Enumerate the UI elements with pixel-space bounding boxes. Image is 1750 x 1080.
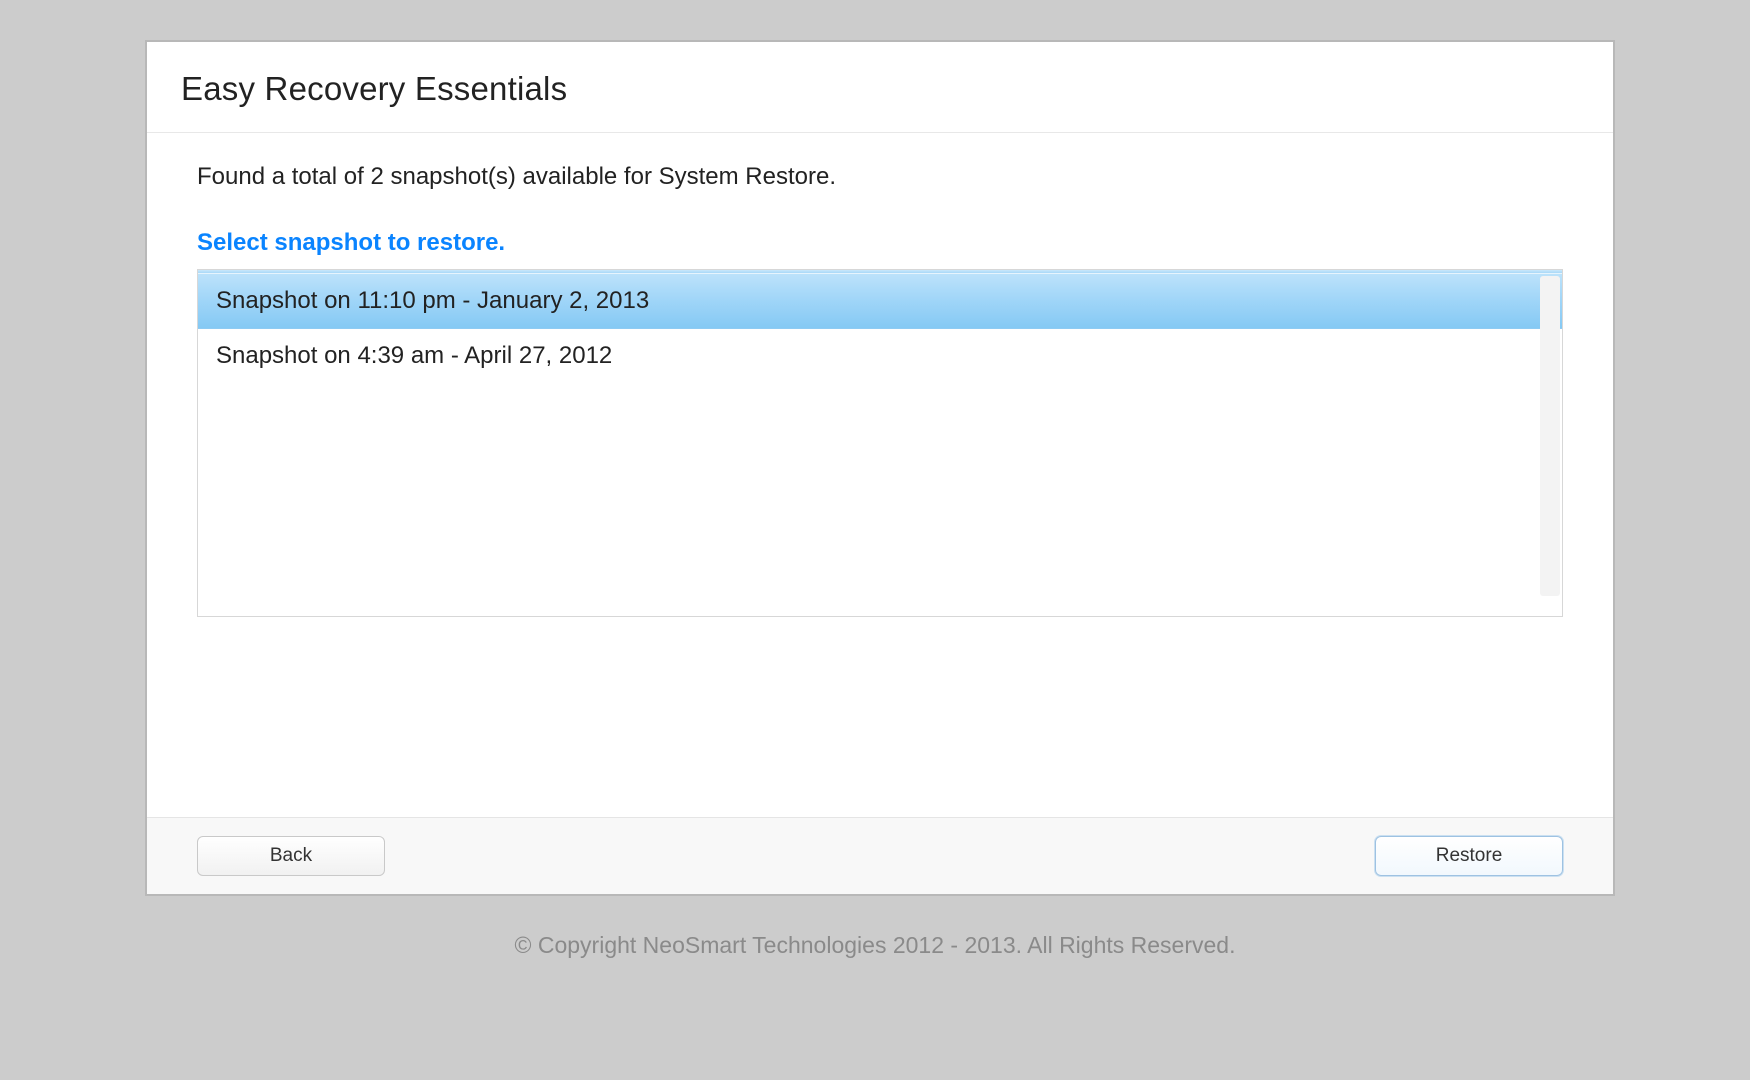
window-footer: Back Restore [147, 817, 1613, 894]
status-message: Found a total of 2 snapshot(s) available… [197, 163, 1563, 191]
app-window: Easy Recovery Essentials Found a total o… [145, 40, 1615, 896]
snapshot-item[interactable]: Snapshot on 11:10 pm - January 2, 2013 [198, 273, 1562, 329]
window-header: Easy Recovery Essentials [147, 42, 1613, 133]
content-area: Found a total of 2 snapshot(s) available… [147, 133, 1613, 817]
snapshot-listbox[interactable]: Snapshot on 11:10 pm - January 2, 2013 S… [197, 269, 1563, 617]
app-title: Easy Recovery Essentials [181, 70, 1579, 108]
back-button[interactable]: Back [197, 836, 385, 876]
restore-button[interactable]: Restore [1375, 836, 1563, 876]
snapshot-item[interactable]: Snapshot on 4:39 am - April 27, 2012 [198, 329, 1562, 383]
copyright-text: © Copyright NeoSmart Technologies 2012 -… [0, 932, 1750, 959]
listbox-scrollbar[interactable] [1540, 276, 1560, 596]
instruction-label: Select snapshot to restore. [197, 229, 1563, 257]
